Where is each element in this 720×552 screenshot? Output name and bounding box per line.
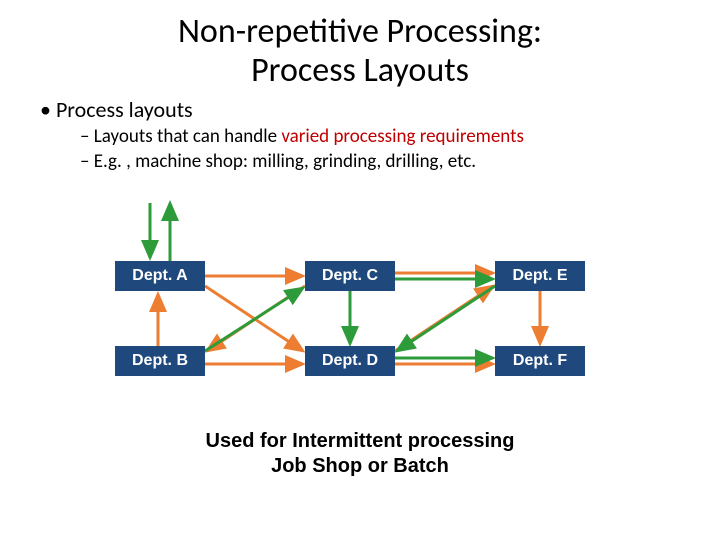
layout-diagram: Dept. A Dept. B Dept. C Dept. D Dept. E … (0, 191, 720, 421)
dept-c-box: Dept. C (305, 261, 395, 291)
bullet-level2-a: Layouts that can handle varied processin… (80, 125, 720, 148)
slide-title: Non-repetitive Processing: Process Layou… (40, 12, 680, 90)
dept-f-box: Dept. F (495, 346, 585, 376)
caption-line-2: Job Shop or Batch (271, 455, 449, 477)
dept-d-box: Dept. D (305, 346, 395, 376)
bullet2b-text: E.g. , machine shop: milling, grinding, … (94, 150, 476, 173)
caption-line-1: Used for Intermittent processing (206, 430, 515, 452)
bullet2a-pre: Layouts that can handle (94, 125, 282, 148)
dept-a-box: Dept. A (115, 261, 205, 291)
title-line-2: Process Layouts (251, 50, 469, 91)
caption: Used for Intermittent processing Job Sho… (0, 429, 720, 479)
dept-e-box: Dept. E (495, 261, 585, 291)
title-line-1: Non-repetitive Processing: (178, 11, 542, 52)
dept-b-box: Dept. B (115, 346, 205, 376)
bullet2a-emphasis: varied processing requirements (281, 125, 524, 148)
flow-arrows (0, 191, 720, 421)
bullet1-text: Process layouts (56, 96, 193, 123)
bullet-level2-b: E.g. , machine shop: milling, grinding, … (80, 150, 720, 173)
bullet-level1: Process layouts (40, 96, 720, 123)
